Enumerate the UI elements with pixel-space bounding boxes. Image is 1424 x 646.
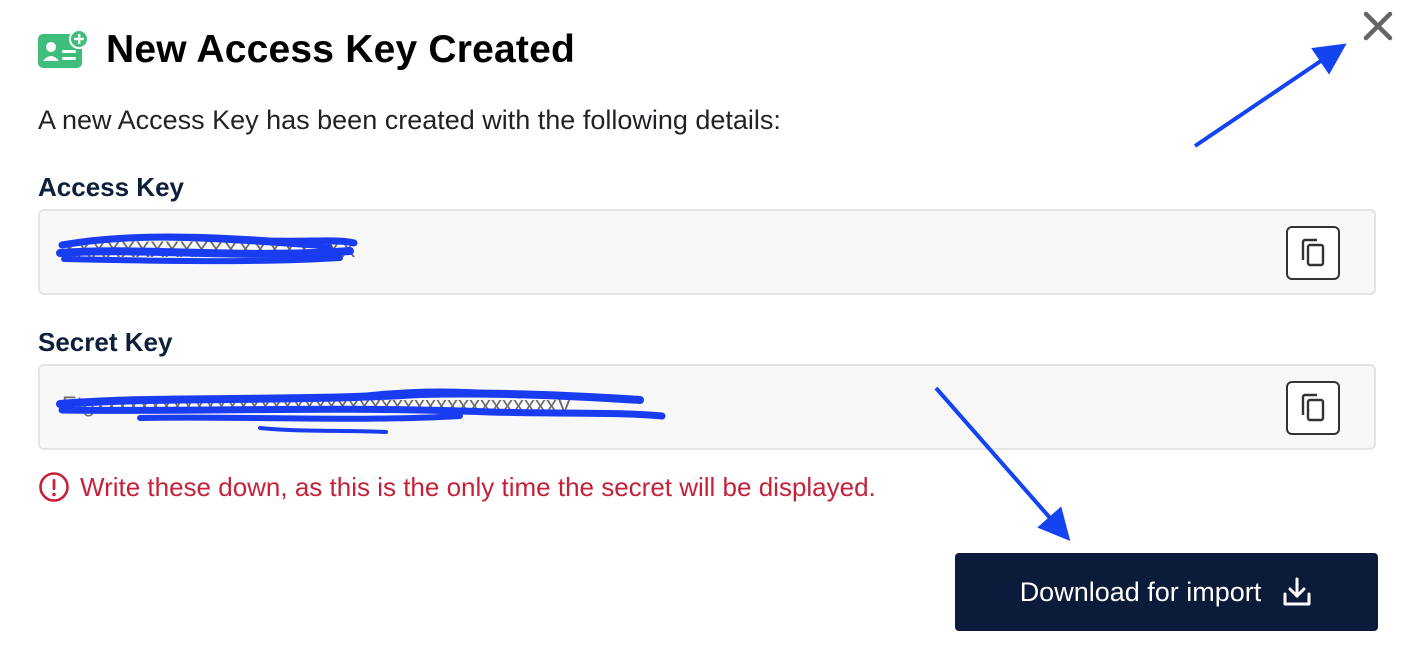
access-key-dialog: New Access Key Created A new Access Key … [0, 0, 1424, 646]
access-key-label: Access Key [38, 172, 184, 202]
annotation-arrow-close [1193, 43, 1347, 148]
close-button[interactable] [1358, 6, 1398, 46]
download-button-label: Download for import [1019, 576, 1262, 607]
copy-secret-key-button[interactable] [1286, 381, 1340, 435]
dialog-title: New Access Key Created [106, 28, 576, 71]
close-icon [1363, 11, 1393, 41]
secret-key-label: Secret Key [38, 327, 173, 357]
download-for-import-button[interactable]: Download for import [955, 553, 1378, 631]
access-key-field: XXXXXXXXXXXXXXXXXXXX [38, 209, 1376, 295]
dialog-description: A new Access Key has been created with t… [38, 105, 781, 135]
copy-icon [1301, 238, 1325, 267]
secret-key-field: Etgxxxxxxxxxxxxxxxxxxxxxxxxxxxxxxxxxxxxx… [38, 364, 1376, 450]
annotation-arrows [934, 43, 1347, 542]
id-card-add-icon [38, 29, 89, 68]
warning-text: Write these down, as this is the only ti… [80, 471, 876, 502]
copy-access-key-button[interactable] [1286, 226, 1340, 280]
download-icon [1283, 577, 1311, 606]
secret-key-value[interactable]: Etgxxxxxxxxxxxxxxxxxxxxxxxxxxxxxxxxxxxxx… [62, 392, 572, 418]
dialog-header: New Access Key Created [38, 28, 575, 72]
access-key-value[interactable]: XXXXXXXXXXXXXXXXXXXX [62, 237, 355, 263]
exclamation-circle-icon [39, 472, 69, 502]
warning-message: Write these down, as this is the only ti… [38, 471, 876, 503]
copy-icon [1301, 393, 1325, 422]
